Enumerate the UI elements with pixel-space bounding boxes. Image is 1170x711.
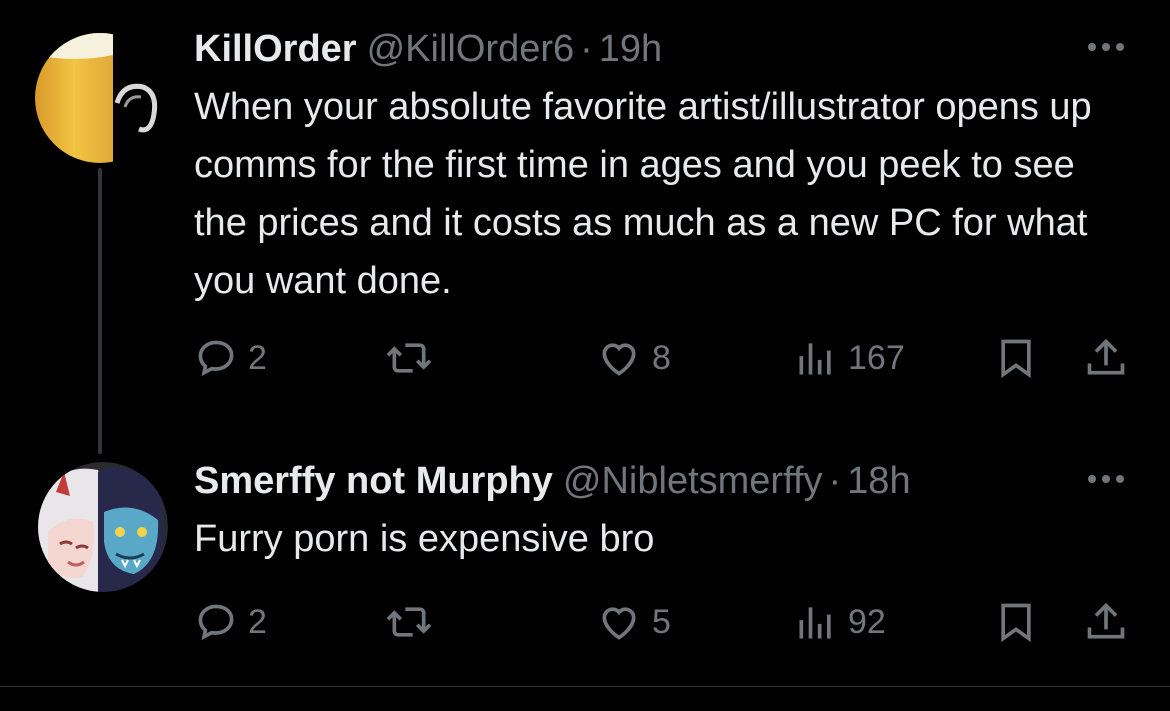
tweet-header: KillOrder @KillOrder6 · 19h xyxy=(194,26,1134,72)
share-button[interactable] xyxy=(1084,334,1128,382)
like-count: 8 xyxy=(652,338,671,377)
views-button[interactable]: 167 xyxy=(794,334,905,382)
display-name[interactable]: Smerffy not Murphy xyxy=(194,458,553,504)
like-button[interactable]: 5 xyxy=(596,598,671,646)
timestamp[interactable]: 18h xyxy=(847,458,910,504)
avatar-killorder[interactable] xyxy=(35,33,165,163)
bookmark-icon xyxy=(1001,339,1031,379)
separator-dot: · xyxy=(580,28,593,70)
tweet-actions: 2 8 167 xyxy=(194,334,1134,382)
like-button[interactable]: 8 xyxy=(596,334,671,382)
ellipsis-icon xyxy=(1088,475,1124,483)
user-handle[interactable]: @Nibletsmerffy xyxy=(563,458,823,504)
reply-count: 2 xyxy=(248,338,267,377)
timestamp[interactable]: 19h xyxy=(599,26,662,72)
thread-connector-line xyxy=(98,168,102,454)
tweet[interactable]: Smerffy not Murphy @Nibletsmerffy · 18h … xyxy=(194,458,1134,568)
more-options-button[interactable] xyxy=(1088,464,1134,494)
reply-count: 2 xyxy=(248,602,267,641)
like-count: 5 xyxy=(652,602,671,641)
view-count: 167 xyxy=(848,338,905,377)
speech-bubble-icon xyxy=(198,604,234,641)
tweet-text: When your absolute favorite artist/illus… xyxy=(194,86,1092,302)
tweet-divider xyxy=(0,686,1170,687)
reply-button[interactable]: 2 xyxy=(194,598,267,646)
views-button[interactable]: 92 xyxy=(794,598,886,646)
bookmark-button[interactable] xyxy=(994,598,1038,646)
tweet-text: Furry porn is expensive bro xyxy=(194,518,655,560)
tweet-actions: 2 5 92 xyxy=(194,598,1134,646)
heart-icon xyxy=(602,607,636,640)
user-handle[interactable]: @KillOrder6 xyxy=(367,26,575,72)
retweet-button[interactable] xyxy=(384,598,434,646)
view-count: 92 xyxy=(848,602,886,641)
share-upload-icon xyxy=(1087,338,1125,375)
display-name[interactable]: KillOrder xyxy=(194,26,357,72)
share-upload-icon xyxy=(1087,602,1125,639)
heart-icon xyxy=(602,343,636,376)
speech-bubble-icon xyxy=(198,340,234,377)
share-button[interactable] xyxy=(1084,598,1128,646)
retweet-icon xyxy=(386,607,432,637)
retweet-button[interactable] xyxy=(384,334,434,382)
ellipsis-icon xyxy=(1088,43,1124,51)
bar-chart-icon xyxy=(799,343,831,375)
tweet-header: Smerffy not Murphy @Nibletsmerffy · 18h xyxy=(194,458,1134,504)
bookmark-icon xyxy=(1001,603,1031,643)
tweet[interactable]: KillOrder @KillOrder6 · 19h When your ab… xyxy=(194,26,1134,310)
separator-dot: · xyxy=(828,460,842,502)
retweet-icon xyxy=(386,343,432,373)
more-options-button[interactable] xyxy=(1088,32,1134,62)
bookmark-button[interactable] xyxy=(994,334,1038,382)
tweet-thread: KillOrder @KillOrder6 · 19h When your ab… xyxy=(0,0,1170,711)
bar-chart-icon xyxy=(799,607,831,639)
reply-button[interactable]: 2 xyxy=(194,334,267,382)
avatar-smerffy[interactable] xyxy=(38,462,168,592)
